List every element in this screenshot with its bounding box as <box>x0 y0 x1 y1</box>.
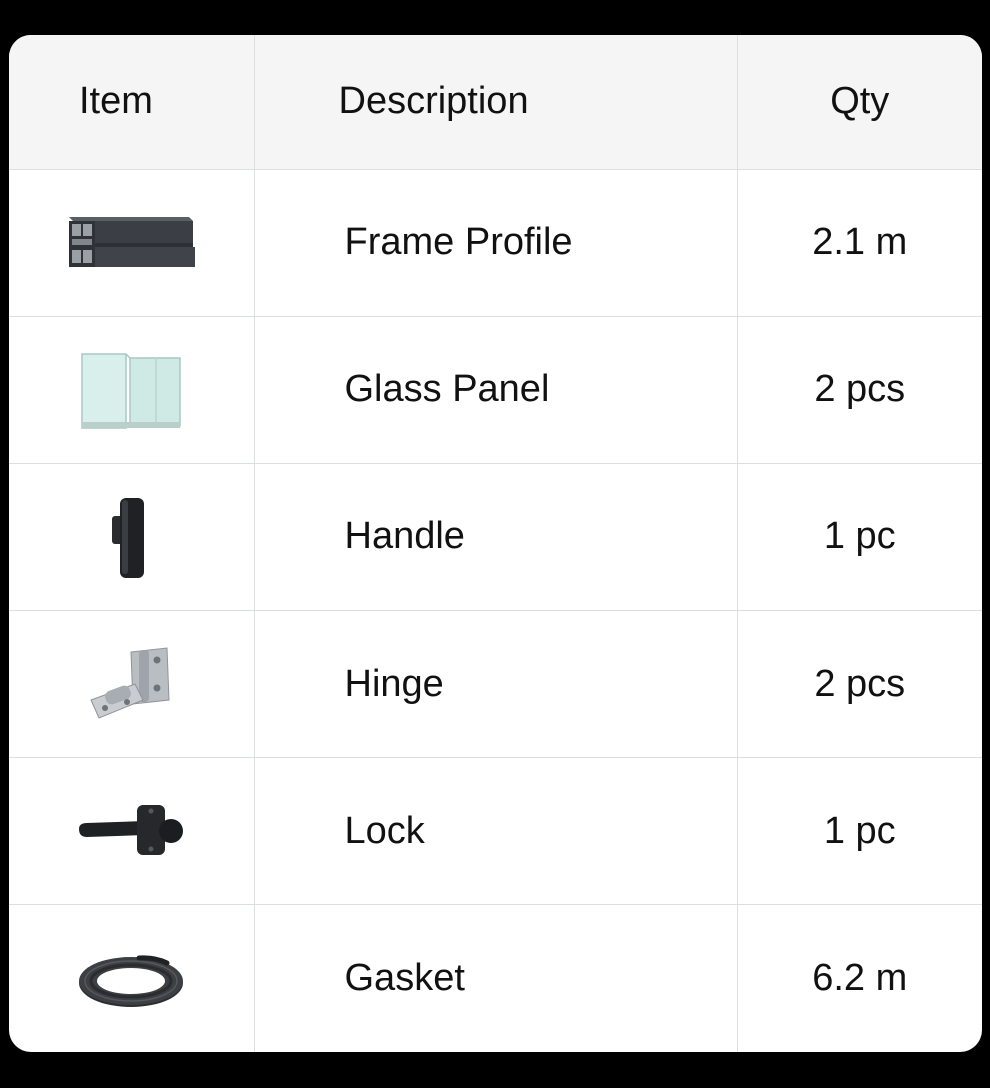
frame-profile-icon <box>69 216 196 267</box>
parts-table-card: Item Description Qty Frame Profile 2.1 m… <box>9 35 982 1052</box>
table-row: Gasket 6.2 m <box>9 904 982 1052</box>
item-description: Lock <box>254 757 738 906</box>
item-description: Handle <box>254 463 738 611</box>
item-qty: 1 pc <box>737 757 982 906</box>
header-description: Description <box>254 35 738 170</box>
table-row: Hinge 2 pcs <box>9 610 982 759</box>
item-description: Glass Panel <box>254 316 738 464</box>
item-description: Gasket <box>254 904 738 1052</box>
parts-table: Item Description Qty Frame Profile 2.1 m… <box>9 35 982 1052</box>
gasket-icon <box>79 955 184 1007</box>
table-row: Frame Profile 2.1 m <box>9 169 982 317</box>
lock-icon <box>79 805 184 856</box>
item-image-cell <box>9 316 255 464</box>
table-row: Lock 1 pc <box>9 757 982 906</box>
item-qty: 2 pcs <box>737 610 982 759</box>
glass-panel-icon <box>81 352 181 429</box>
item-image-cell <box>9 757 255 906</box>
table-body: Frame Profile 2.1 m Glass Panel 2 pcs Ha… <box>9 169 982 1052</box>
item-qty: 6.2 m <box>812 957 908 1000</box>
hinge-icon <box>90 647 170 719</box>
item-description: Frame Profile <box>254 169 738 317</box>
header-row: Item Description Qty <box>9 35 982 170</box>
item-image-cell <box>9 169 255 317</box>
item-image-cell <box>9 904 255 1052</box>
item-image-cell <box>9 610 255 759</box>
item-qty: 2.1 m <box>737 169 982 317</box>
header-qty: Qty <box>737 35 982 170</box>
table-row: Handle 1 pc <box>9 463 982 611</box>
item-qty: 2 pcs <box>737 316 982 464</box>
item-description: Hinge <box>254 610 738 759</box>
handle-icon <box>112 497 145 578</box>
header-item: Item <box>9 35 255 170</box>
item-image-cell <box>9 463 255 611</box>
item-qty: 1 pc <box>737 463 982 611</box>
table-header: Item Description Qty <box>9 35 982 170</box>
table-row: Glass Panel 2 pcs <box>9 316 982 464</box>
